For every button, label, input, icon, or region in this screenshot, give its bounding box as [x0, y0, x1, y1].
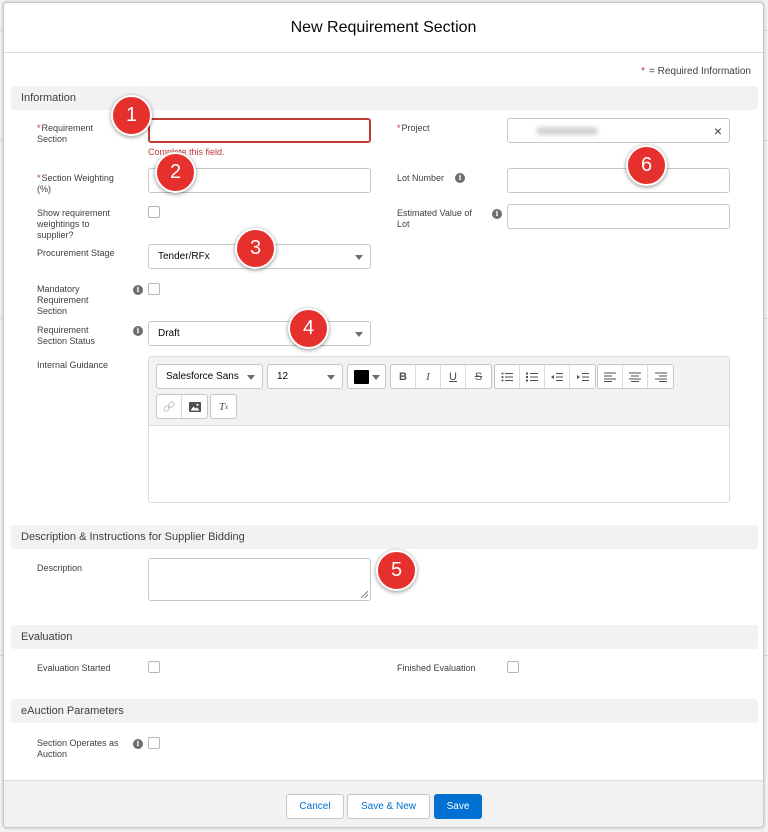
alignment-group	[597, 364, 674, 389]
required-star: *	[641, 66, 645, 77]
procurement-stage-label: Procurement Stage	[37, 248, 115, 258]
internal-guidance-rich-text-editor: Salesforce Sans 12 B I U S T x	[148, 356, 730, 503]
mandatory-section-label: Mandatory Requirement Section	[37, 284, 89, 316]
indent-icon[interactable]	[570, 365, 595, 388]
section-status-select[interactable]: Draft	[148, 321, 371, 346]
align-right-icon[interactable]	[648, 365, 673, 388]
callout-marker-4: 4	[288, 308, 329, 349]
callout-marker-1: 1	[111, 95, 152, 136]
info-icon[interactable]: i	[455, 173, 465, 183]
modal-header: New Requirement Section	[4, 3, 763, 53]
text-color-picker[interactable]	[347, 364, 386, 389]
mandatory-section-checkbox[interactable]	[148, 283, 160, 295]
modal-footer: Cancel Save & New Save	[4, 780, 763, 827]
operates-as-auction-label: Section Operates as Auction	[37, 738, 119, 759]
clear-format-group: Tx	[210, 394, 237, 419]
requirement-section-input[interactable]	[148, 118, 371, 143]
clear-formatting-icon[interactable]: Tx	[211, 395, 236, 418]
resize-handle-icon[interactable]	[361, 591, 368, 598]
project-lookup-input[interactable]: ×	[507, 118, 730, 143]
evaluation-started-label: Evaluation Started	[37, 663, 111, 673]
chevron-down-icon	[355, 332, 363, 337]
section-status-value: Draft	[158, 328, 180, 339]
section-weighting-label: *Section Weighting (%)	[37, 173, 114, 194]
editor-content-area[interactable]	[149, 426, 729, 502]
underline-button[interactable]: U	[441, 365, 466, 388]
font-size-value: 12	[277, 371, 289, 382]
evaluation-started-checkbox[interactable]	[148, 661, 160, 673]
description-label: Description	[37, 563, 83, 573]
modal-title: New Requirement Section	[290, 19, 477, 36]
link-icon[interactable]	[157, 395, 182, 418]
callout-marker-3: 3	[235, 228, 276, 269]
info-icon[interactable]: i	[133, 285, 143, 295]
bold-button[interactable]: B	[391, 365, 416, 388]
strikethrough-button[interactable]: S	[466, 365, 491, 388]
lot-number-input[interactable]	[507, 168, 730, 193]
project-label: *Project	[397, 123, 430, 133]
info-icon[interactable]: i	[492, 209, 502, 219]
description-textarea[interactable]	[148, 558, 371, 601]
estimated-value-input[interactable]	[507, 204, 730, 229]
chevron-down-icon	[327, 375, 335, 380]
insert-group	[156, 394, 208, 419]
outdent-icon[interactable]	[545, 365, 570, 388]
requirement-section-label: *Requirement Section	[37, 123, 94, 144]
cancel-button[interactable]: Cancel	[286, 794, 344, 819]
info-icon[interactable]: i	[133, 739, 143, 749]
section-header-evaluation[interactable]: Evaluation	[11, 625, 758, 649]
lot-number-label: Lot Number	[397, 173, 445, 183]
image-icon[interactable]	[182, 395, 207, 418]
new-requirement-section-modal: New Requirement Section * = Required Info…	[3, 2, 764, 828]
chevron-down-icon	[355, 255, 363, 260]
font-size-select[interactable]: 12	[267, 364, 343, 389]
callout-marker-6: 6	[626, 145, 667, 186]
save-button[interactable]: Save	[434, 794, 482, 819]
show-weightings-checkbox[interactable]	[148, 206, 160, 218]
text-color-swatch	[354, 370, 369, 384]
required-star: *	[37, 123, 41, 133]
finished-evaluation-label: Finished Evaluation	[397, 663, 476, 673]
section-header-description[interactable]: Description & Instructions for Supplier …	[11, 525, 758, 549]
font-family-value: Salesforce Sans	[166, 371, 239, 382]
info-icon[interactable]: i	[133, 326, 143, 336]
callout-marker-5: 5	[376, 550, 417, 591]
required-star: *	[397, 123, 401, 133]
save-and-new-button[interactable]: Save & New	[347, 794, 430, 819]
required-information-legend: * = Required Information	[641, 66, 751, 77]
font-family-select[interactable]: Salesforce Sans	[156, 364, 263, 389]
show-weightings-label: Show requirement weightings to supplier?	[37, 208, 111, 240]
chevron-down-icon	[247, 375, 255, 380]
text-style-group: B I U S	[390, 364, 492, 389]
bulleted-list-icon[interactable]	[495, 365, 520, 388]
section-header-eauction[interactable]: eAuction Parameters	[11, 699, 758, 723]
operates-as-auction-checkbox[interactable]	[148, 737, 160, 749]
section-status-label: Requirement Section Status	[37, 325, 96, 346]
align-center-icon[interactable]	[623, 365, 648, 388]
align-left-icon[interactable]	[598, 365, 623, 388]
callout-marker-2: 2	[155, 152, 196, 193]
estimated-value-label: Estimated Value of Lot	[397, 208, 472, 229]
required-info-text: = Required Information	[648, 66, 751, 77]
italic-button[interactable]: I	[416, 365, 441, 388]
project-value-redacted	[536, 127, 598, 135]
numbered-list-icon[interactable]	[520, 365, 545, 388]
internal-guidance-label: Internal Guidance	[37, 360, 109, 370]
required-star: *	[37, 173, 41, 183]
list-indent-group	[494, 364, 596, 389]
chevron-down-icon	[372, 375, 380, 380]
editor-toolbar: Salesforce Sans 12 B I U S T x	[149, 357, 729, 426]
clear-icon[interactable]: ×	[714, 123, 722, 139]
finished-evaluation-checkbox[interactable]	[507, 661, 519, 673]
procurement-stage-value: Tender/RFx	[158, 251, 210, 262]
